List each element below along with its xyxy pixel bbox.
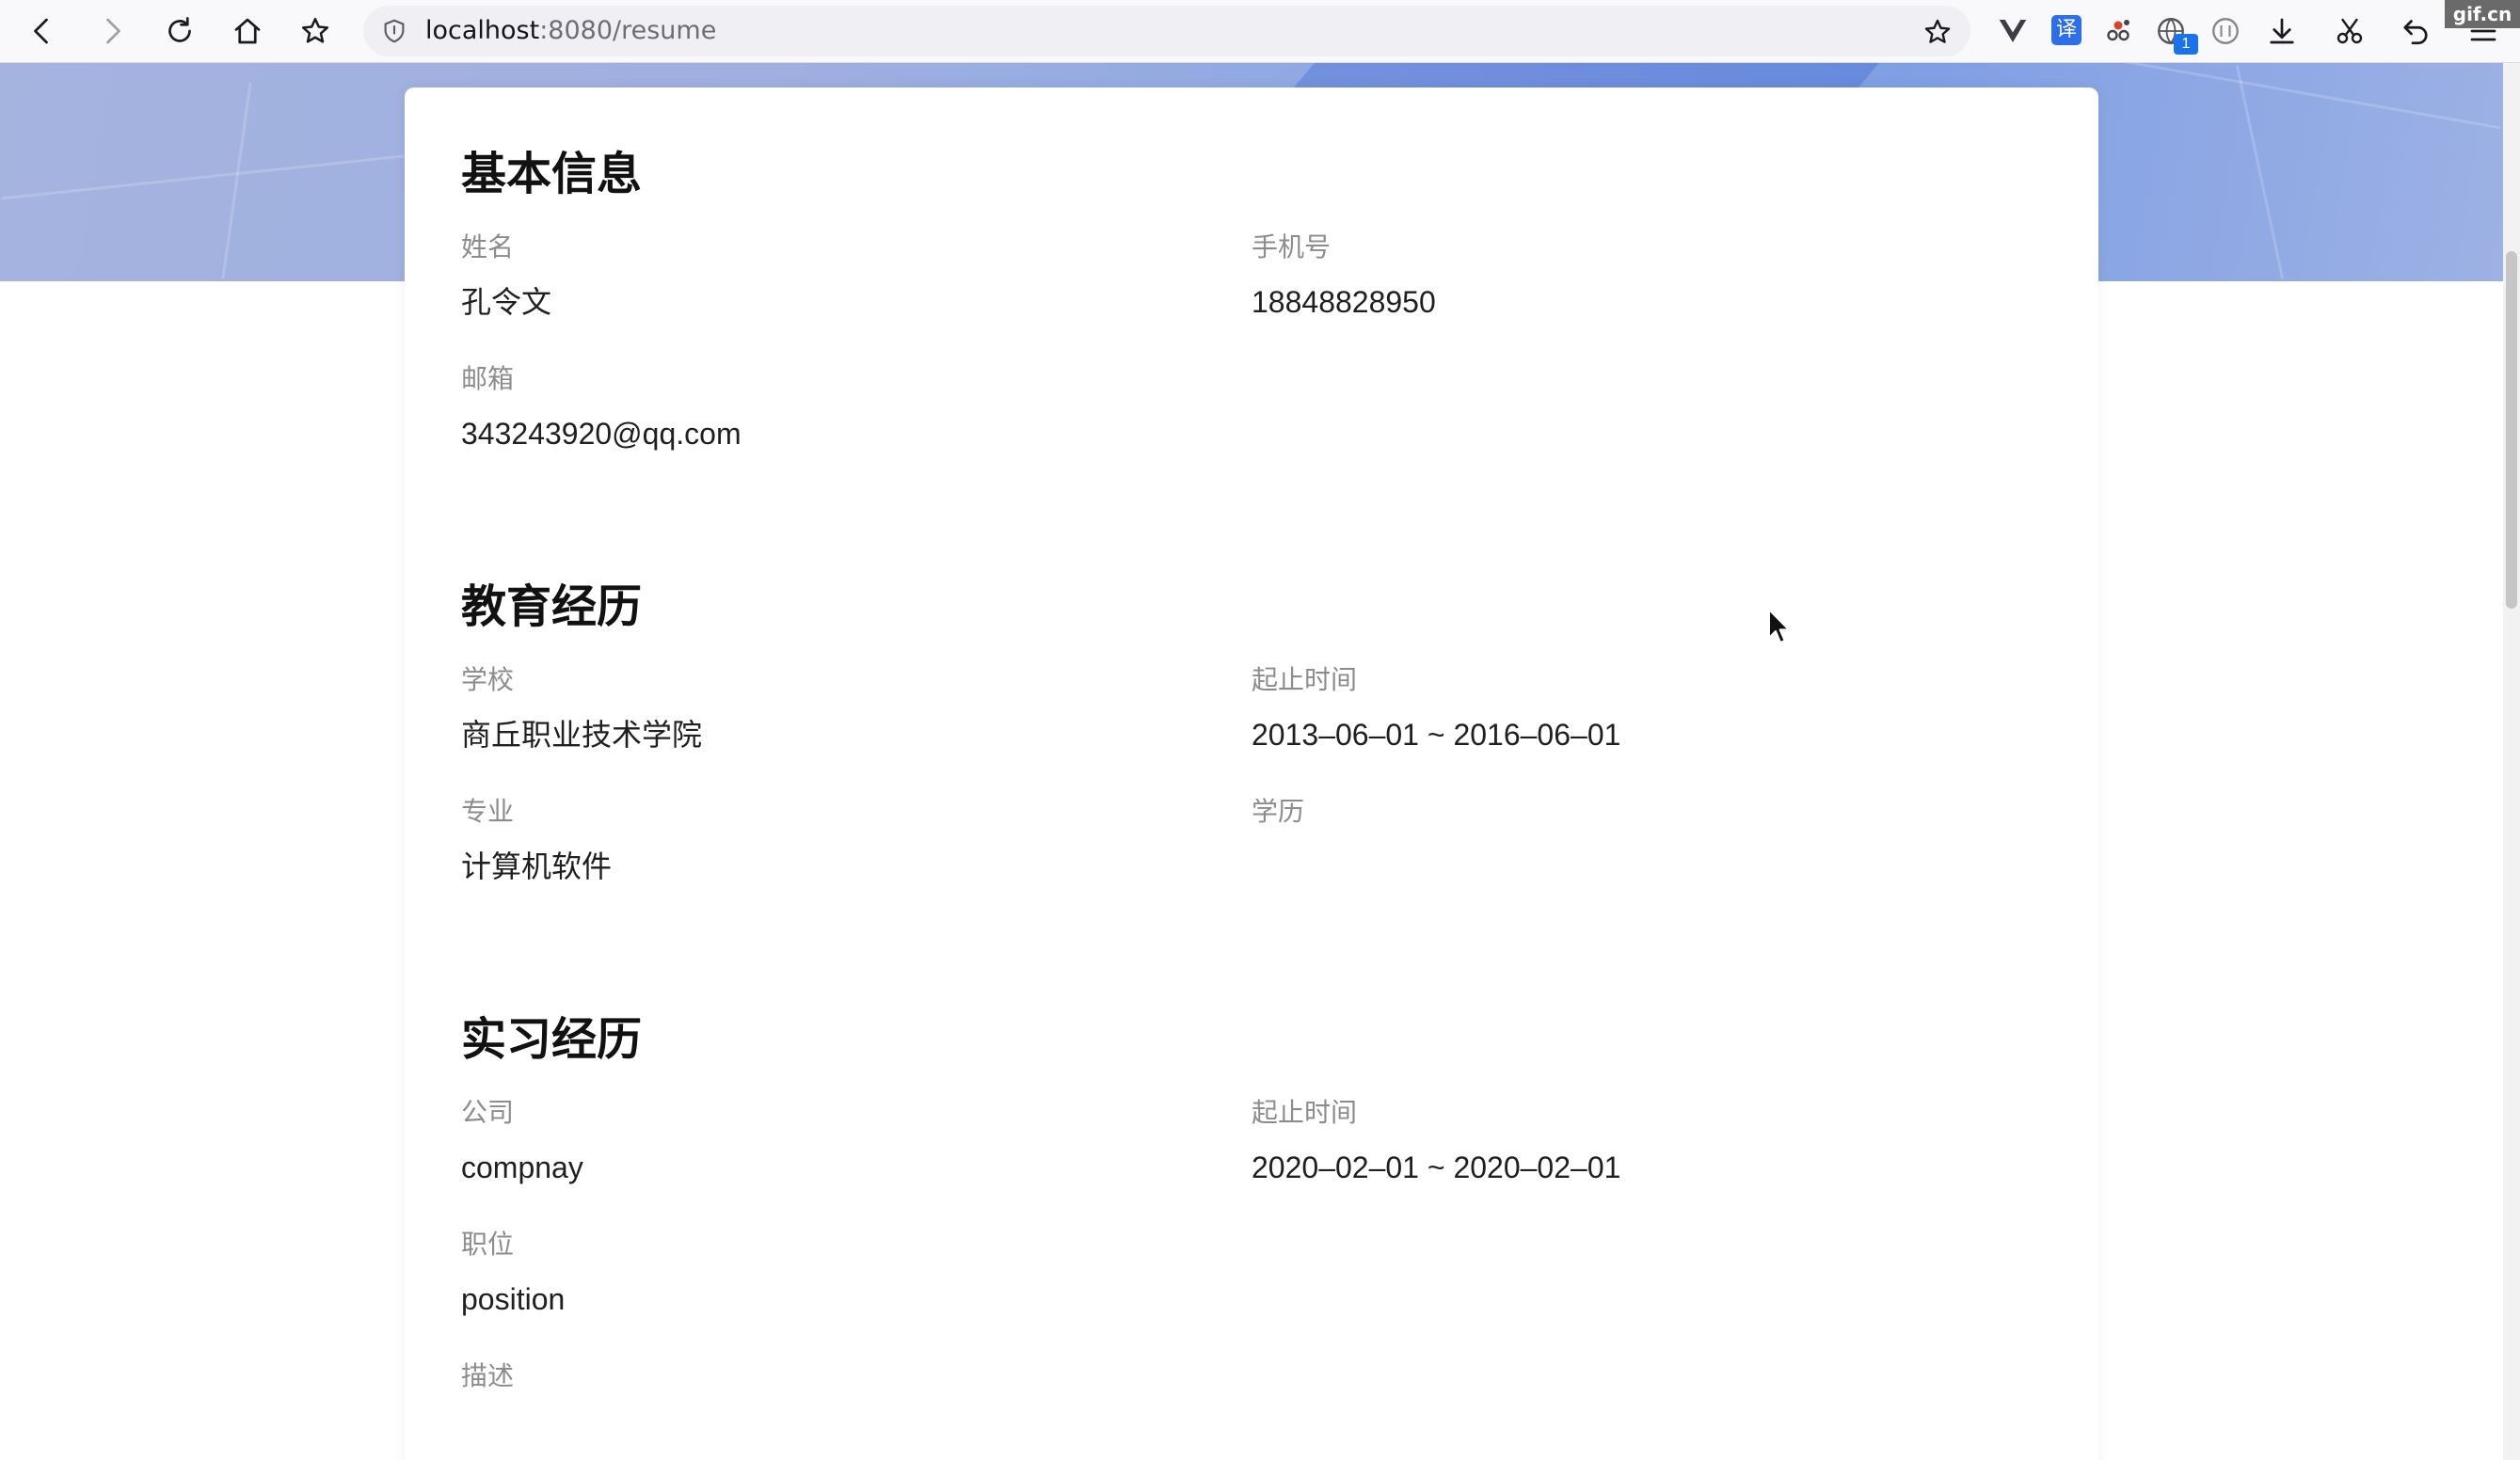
section-title-internship: 实习经历 bbox=[461, 1013, 643, 1066]
extension-icon bbox=[2107, 20, 2129, 41]
name-label: 姓名 bbox=[461, 231, 515, 262]
vue-devtools-button[interactable] bbox=[1991, 9, 2034, 53]
email-value: 343243920@qq.com bbox=[461, 417, 742, 451]
undo-icon bbox=[2403, 20, 2428, 45]
phone-value: 18848828950 bbox=[1252, 285, 1436, 319]
major-value: 计算机软件 bbox=[461, 849, 613, 883]
company-value: compnay bbox=[461, 1151, 583, 1184]
back-icon bbox=[34, 18, 48, 44]
mouse-cursor-icon bbox=[1768, 609, 1790, 643]
position-label: 职位 bbox=[461, 1229, 515, 1260]
bookmark-star-icon bbox=[301, 17, 329, 43]
section-title-basic-info: 基本信息 bbox=[461, 148, 643, 200]
screenshot-button[interactable] bbox=[2328, 9, 2371, 53]
undo-button[interactable] bbox=[2394, 9, 2437, 53]
reload-button[interactable] bbox=[158, 9, 201, 53]
watermark-logo: gif.cn bbox=[2445, 0, 2520, 28]
name-value: 孔令文 bbox=[461, 285, 552, 319]
phone-label: 手机号 bbox=[1252, 231, 1332, 262]
reader-icon bbox=[2212, 18, 2239, 44]
downloads-button[interactable] bbox=[2260, 9, 2304, 53]
url-text[interactable]: localhost:8080/resume bbox=[425, 17, 716, 45]
forward-button[interactable] bbox=[90, 9, 134, 53]
banner-line bbox=[1, 154, 404, 200]
school-value: 商丘职业技术学院 bbox=[461, 718, 703, 752]
url-host: localhost bbox=[425, 16, 540, 45]
browser-toolbar: localhost:8080/resume 译 1 gif.cn bbox=[0, 0, 2520, 63]
translate-icon[interactable]: 译 bbox=[2051, 15, 2081, 45]
banner-line bbox=[2101, 63, 2500, 130]
reader-button[interactable] bbox=[2204, 9, 2247, 53]
education-period-value: 2013–06–01 ~ 2016–06–01 bbox=[1252, 718, 1621, 752]
vue-devtools-icon bbox=[1999, 19, 2027, 42]
description-label: 描述 bbox=[461, 1360, 515, 1391]
address-bar[interactable]: localhost:8080/resume bbox=[363, 6, 1970, 56]
home-icon bbox=[234, 18, 261, 44]
extension-badge: 1 bbox=[2174, 34, 2198, 55]
home-button[interactable] bbox=[226, 9, 269, 53]
banner-line bbox=[221, 82, 252, 279]
company-label: 公司 bbox=[461, 1097, 515, 1128]
download-icon bbox=[2270, 18, 2294, 44]
internship-period-value: 2020–02–01 ~ 2020–02–01 bbox=[1252, 1151, 1621, 1184]
education-period-label: 起止时间 bbox=[1252, 664, 1358, 695]
reload-icon bbox=[168, 17, 191, 42]
banner-line bbox=[2235, 65, 2285, 279]
scrollbar-thumb[interactable] bbox=[2506, 251, 2517, 609]
email-label: 邮箱 bbox=[461, 363, 515, 394]
resume-card: 基本信息 姓名 孔令文 手机号 18848828950 邮箱 343243920… bbox=[405, 87, 2098, 1460]
page-star-icon[interactable] bbox=[1922, 16, 1954, 48]
page-scrollbar[interactable] bbox=[2503, 63, 2520, 1460]
forward-icon bbox=[106, 18, 120, 44]
major-label: 专业 bbox=[461, 796, 515, 827]
back-button[interactable] bbox=[21, 9, 64, 53]
shield-icon[interactable] bbox=[380, 17, 408, 45]
school-label: 学校 bbox=[461, 664, 515, 695]
url-path: :8080/resume bbox=[539, 16, 717, 45]
page-viewport: 基本信息 姓名 孔令文 手机号 18848828950 邮箱 343243920… bbox=[0, 63, 2503, 1460]
section-title-education: 教育经历 bbox=[461, 580, 643, 633]
extension-button[interactable] bbox=[2097, 9, 2140, 53]
bookmarks-button[interactable] bbox=[294, 9, 337, 53]
internship-period-label: 起止时间 bbox=[1252, 1097, 1358, 1128]
degree-label: 学历 bbox=[1252, 796, 1305, 827]
screenshot-icon bbox=[2337, 18, 2363, 44]
browser-window: localhost:8080/resume 译 1 gif.cn 基本信息 姓名… bbox=[0, 0, 2520, 1460]
position-value: position bbox=[461, 1282, 566, 1316]
